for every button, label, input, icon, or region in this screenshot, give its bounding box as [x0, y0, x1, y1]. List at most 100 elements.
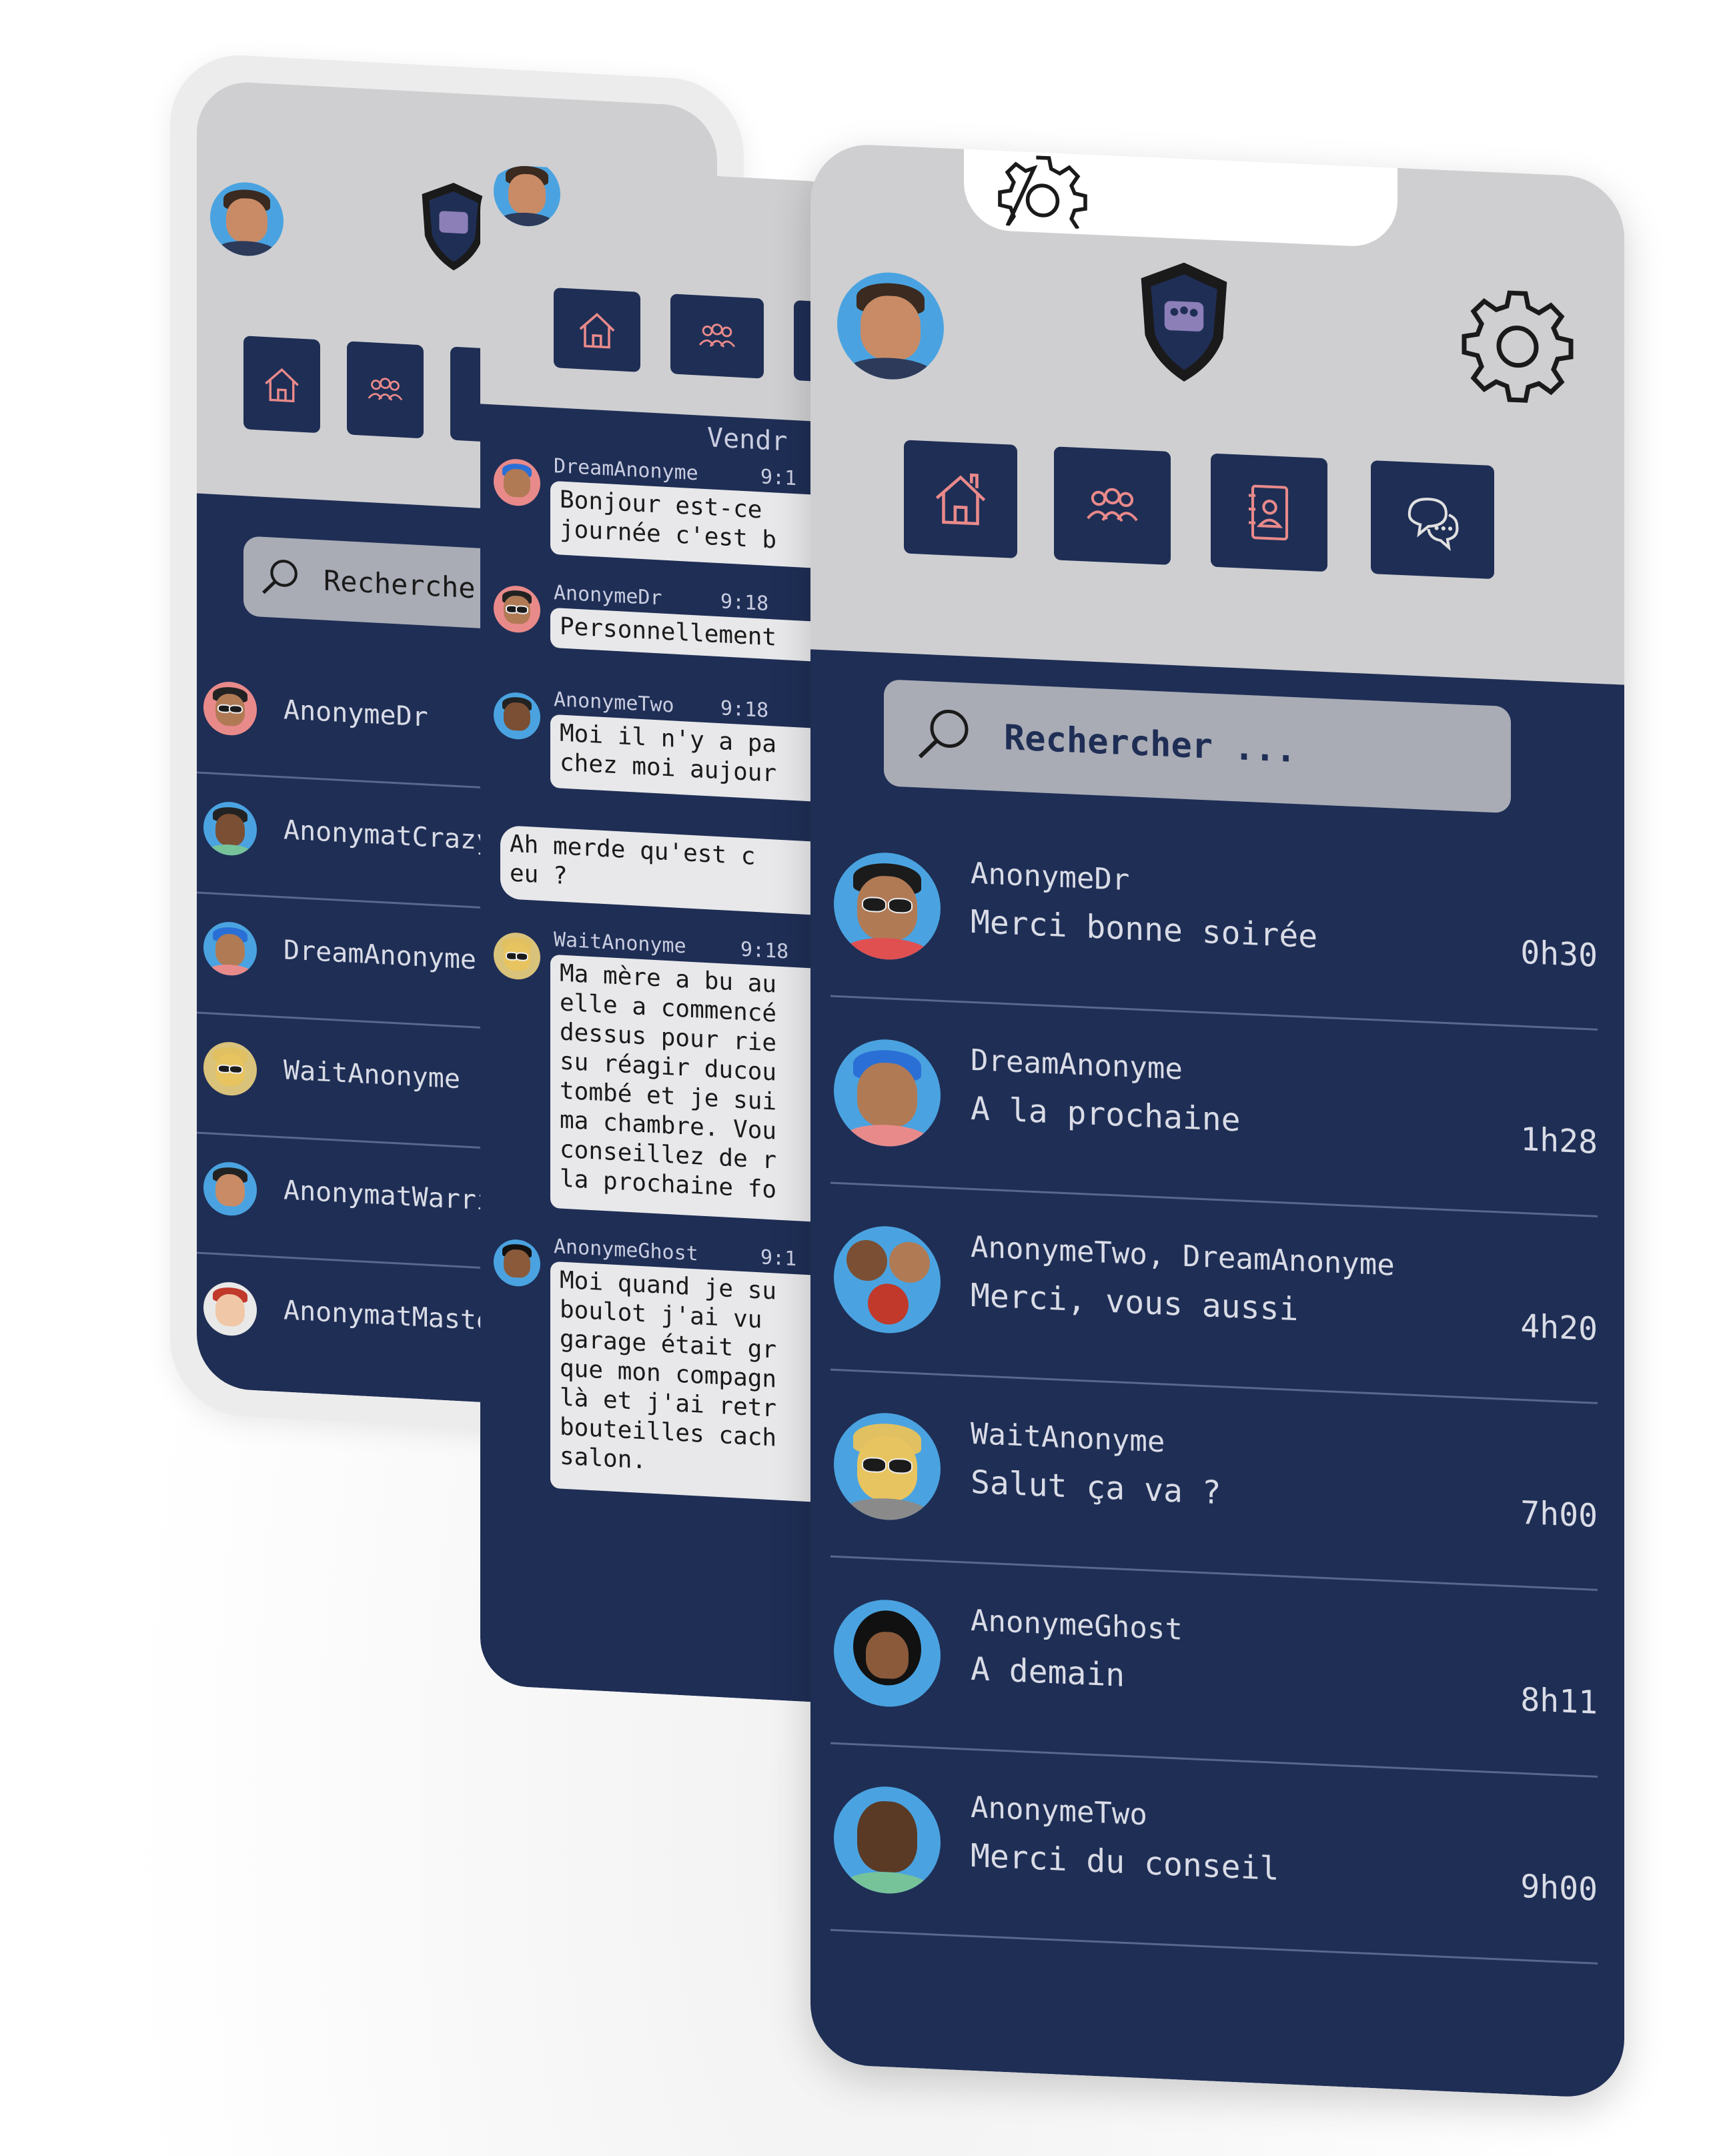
conversation-name: AnonymeTwo	[971, 1790, 1147, 1832]
message-avatar	[494, 584, 540, 634]
conversation-last-message: Salut ça va ?	[971, 1463, 1221, 1512]
nav-groups-button[interactable]	[347, 341, 424, 439]
row-divider	[830, 1742, 1598, 1778]
conversation-list: Rechercher ... AnonymeDr Merci bonne soi…	[810, 649, 1624, 2099]
message-avatar	[494, 458, 540, 508]
search-icon	[262, 560, 298, 594]
contact-name: AnonymatCrazy	[283, 815, 493, 857]
contact-avatar	[203, 921, 257, 977]
contact-avatar	[203, 680, 257, 737]
message-bubble: Moi quand je su boulot j'ai vu garage ét…	[550, 1261, 854, 1505]
message-bubble: Ma mère a bu au elle a commencé dessus p…	[550, 954, 854, 1225]
conversation-time: 9h00	[1520, 1867, 1598, 1909]
shield-logo-icon	[422, 183, 486, 271]
nav-home-button[interactable]	[554, 288, 640, 372]
groups-icon	[368, 378, 403, 401]
conversation-name: AnonymeDr	[971, 856, 1130, 898]
conversation-avatar	[834, 1597, 941, 1709]
conversation-avatar	[834, 850, 941, 962]
conversation-last-message: Merci, vous aussi	[971, 1276, 1299, 1329]
contacts-book-icon	[1248, 484, 1289, 541]
conversation-last-message: Merci bonne soirée	[971, 903, 1318, 956]
home-icon	[579, 313, 615, 349]
contact-avatar	[203, 800, 257, 857]
groups-icon	[1087, 488, 1138, 522]
row-divider	[830, 1929, 1598, 1965]
settings-gear-icon[interactable]	[1451, 277, 1584, 416]
phone-messages: Rechercher ... AnonymeDr Merci bonne soi…	[810, 142, 1624, 2099]
message-sender: WaitAnonyme	[554, 928, 686, 959]
nav-home-button[interactable]	[904, 440, 1017, 558]
settings-gear-icon[interactable]	[989, 145, 1096, 230]
shield-logo-icon	[1141, 262, 1227, 382]
message-time: 9:1	[760, 465, 797, 491]
profile-avatar[interactable]	[494, 163, 560, 228]
profile-avatar[interactable]	[837, 270, 944, 382]
contact-name: AnonymatWarri	[283, 1175, 493, 1217]
chat-bubbles-icon	[1407, 498, 1459, 552]
conversation-name: AnonymeTwo, DreamAnonyme	[971, 1229, 1395, 1283]
group-avatar	[834, 1223, 941, 1335]
conversation-time: 1h28	[1520, 1120, 1598, 1161]
nav-home-button[interactable]	[243, 336, 320, 434]
conversation-name: WaitAnonyme	[971, 1416, 1165, 1460]
contact-avatar	[203, 1161, 257, 1217]
conversation-time: 8h11	[1520, 1680, 1598, 1722]
message-sender: AnonymeTwo	[554, 688, 674, 718]
conversation-row[interactable]: AnonymeDr Merci bonne soirée 0h30	[810, 836, 1624, 1051]
row-divider	[830, 1555, 1598, 1591]
message-bubble: Personnellement	[550, 607, 854, 664]
day-separator: Vendr	[707, 422, 788, 458]
nav-groups-button[interactable]	[1054, 446, 1171, 565]
conversation-time: 0h30	[1520, 933, 1598, 975]
contact-avatar	[203, 1041, 257, 1097]
message-sender: AnonymeDr	[554, 581, 662, 610]
conversation-row[interactable]: AnonymeTwo, DreamAnonyme Merci, vous aus…	[810, 1209, 1624, 1425]
row-divider	[830, 1368, 1598, 1404]
conversation-name: DreamAnonyme	[971, 1043, 1183, 1087]
conversation-header	[480, 163, 854, 437]
conversation-name: AnonymeGhost	[971, 1603, 1183, 1647]
message-avatar	[494, 931, 540, 981]
conversation-avatar	[834, 1410, 941, 1522]
mockup-stage: Recherche AnonymeDr AnonymatCrazy DreamA…	[0, 0, 1713, 2156]
message-time: 9:18	[720, 696, 769, 722]
search-input[interactable]: Rechercher ...	[884, 679, 1511, 814]
phone-conversation: Vendr DreamAnonyme 9:1 Bonjour est-ce jo…	[480, 163, 854, 1704]
groups-icon	[698, 324, 736, 348]
message-time: 9:18	[720, 590, 769, 616]
profile-avatar[interactable]	[210, 180, 283, 258]
message-time: 9:1	[760, 1245, 797, 1271]
row-divider	[830, 995, 1598, 1031]
message-sender: AnonymeGhost	[554, 1235, 698, 1266]
conversation-row[interactable]: AnonymeTwo Merci du conseil 9h00	[810, 1770, 1624, 1985]
contact-name: DreamAnonyme	[283, 935, 476, 976]
message-avatar	[494, 691, 540, 741]
conversation-body: Vendr DreamAnonyme 9:1 Bonjour est-ce jo…	[480, 404, 854, 1704]
own-message-bubble: Ah merde qu'est c eu ?	[500, 825, 854, 919]
conversation-time: 7h00	[1520, 1494, 1598, 1535]
nav-contacts-button[interactable]	[1211, 453, 1327, 572]
contact-name: WaitAnonyme	[283, 1055, 460, 1095]
home-icon	[935, 473, 986, 526]
conversation-last-message: Merci du conseil	[971, 1836, 1279, 1889]
contact-name: AnonymeDr	[283, 694, 428, 733]
row-divider	[830, 1181, 1598, 1217]
conversation-last-message: A demain	[971, 1650, 1125, 1694]
conversation-row[interactable]: AnonymeGhost A demain 8h11	[810, 1583, 1624, 1798]
conversation-avatar	[834, 1784, 941, 1896]
search-placeholder: Rechercher ...	[1004, 718, 1297, 771]
message-avatar	[494, 1238, 540, 1288]
contact-name: AnonymatMaste	[283, 1295, 493, 1337]
contact-avatar	[203, 1281, 257, 1337]
message-bubble: Bonjour est-ce journée c'est b	[550, 480, 854, 571]
search-icon	[918, 709, 969, 758]
conversation-time: 4h20	[1520, 1307, 1598, 1348]
conversation-row[interactable]: DreamAnonyme A la prochaine 1h28	[810, 1023, 1624, 1238]
nav-groups-button[interactable]	[670, 294, 764, 379]
message-bubble: Moi il n'y a pa chez moi aujour	[550, 714, 854, 804]
nav-chat-button[interactable]	[1371, 460, 1494, 580]
home-icon	[265, 368, 299, 403]
conversation-last-message: A la prochaine	[971, 1089, 1241, 1139]
conversation-row[interactable]: WaitAnonyme Salut ça va ? 7h00	[810, 1396, 1624, 1612]
